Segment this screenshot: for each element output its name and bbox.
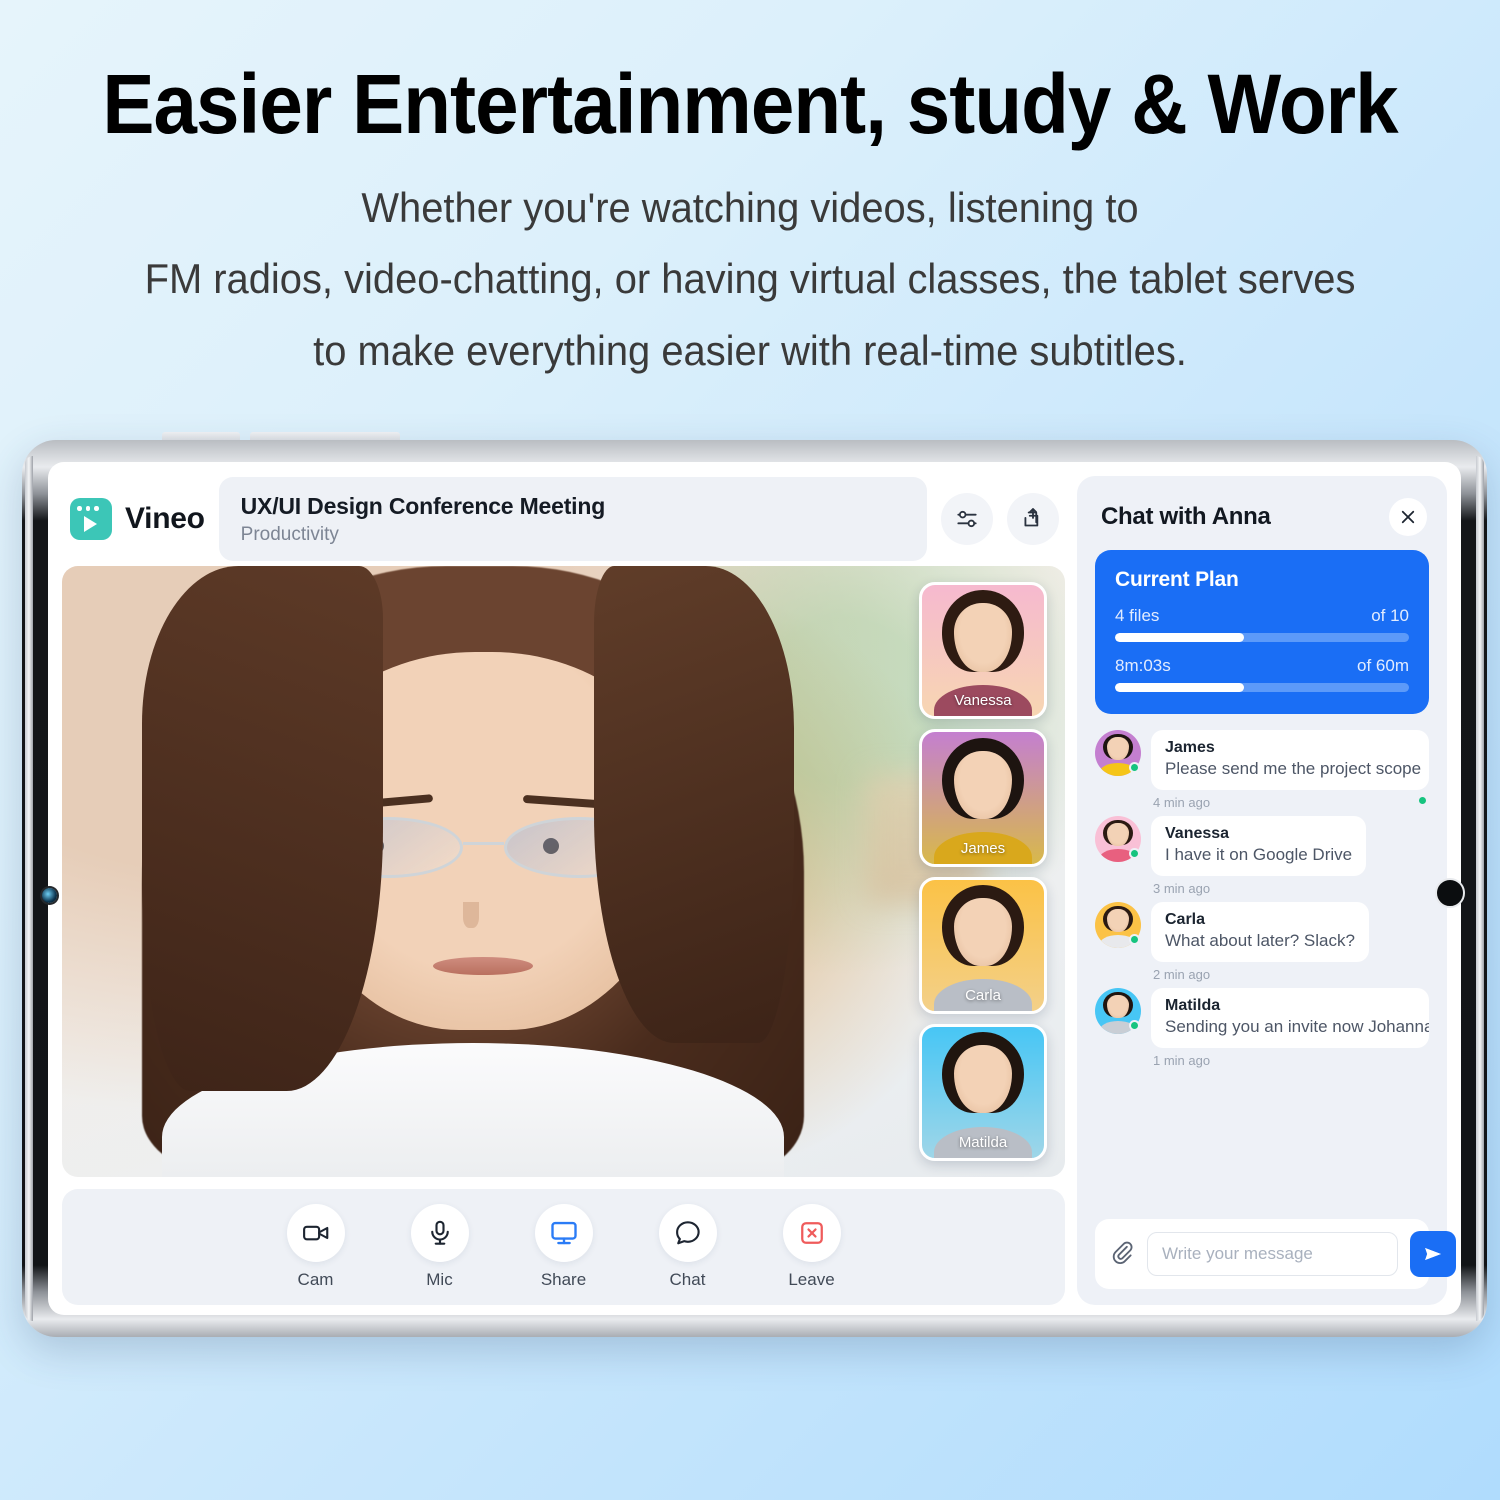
chat-panel: Chat with Anna Current Plan 4 files of 1… xyxy=(1077,476,1456,1305)
plan-title: Current Plan xyxy=(1115,568,1239,591)
online-status-dot xyxy=(1129,848,1140,859)
rear-camera-lens-icon xyxy=(42,888,57,903)
meeting-column: Vineo UX/UI Design Conference Meeting Pr… xyxy=(62,476,1065,1305)
message-input[interactable] xyxy=(1147,1232,1398,1276)
header-actions xyxy=(941,493,1065,545)
plan-row-minutes: 8m:03s of 60m xyxy=(1115,656,1409,692)
control-share[interactable]: Share xyxy=(521,1204,607,1290)
settings-button[interactable] xyxy=(941,493,993,545)
online-status-dot xyxy=(1129,934,1140,945)
message-author: Matilda xyxy=(1165,997,1221,1014)
message-timestamp: 1 min ago xyxy=(1153,1053,1211,1068)
share-upload-icon xyxy=(1024,508,1039,527)
plan-total: of 10 xyxy=(1371,606,1409,625)
control-label: Share xyxy=(540,1270,587,1289)
message-timestamp: 2 min ago xyxy=(1153,967,1211,982)
control-label: Cam xyxy=(297,1270,334,1289)
plan-used: 8m:03s xyxy=(1115,656,1171,675)
meeting-info-bar[interactable]: UX/UI Design Conference Meeting Producti… xyxy=(218,477,927,561)
page-title: Easier Entertainment, study & Work xyxy=(102,57,1398,151)
control-label: Leave xyxy=(788,1270,835,1289)
participant-name: Matilda xyxy=(958,1134,1008,1151)
camera-icon xyxy=(302,1225,328,1241)
meeting-category: Productivity xyxy=(240,523,339,545)
app-header: Vineo UX/UI Design Conference Meeting Pr… xyxy=(62,476,1065,562)
screen-share-icon xyxy=(550,1221,577,1245)
participant-rail: Vanessa James Carla Matilda xyxy=(919,582,1047,1161)
message-timestamp: 3 min ago xyxy=(1153,881,1211,896)
chat-title: Chat with Anna xyxy=(1101,503,1271,530)
call-controls-bar: Cam Mic Share Chat Leave xyxy=(62,1189,1065,1305)
brand-name: Vineo xyxy=(125,502,205,535)
online-status-dot xyxy=(1129,1020,1140,1031)
plan-progress-files xyxy=(1115,633,1409,642)
message-author: Vanessa xyxy=(1165,825,1230,842)
message-timestamp: 4 min ago xyxy=(1153,795,1211,810)
list-item[interactable]: James Please send me the project scope 4… xyxy=(1095,730,1429,810)
online-status-dot xyxy=(1129,762,1140,773)
control-label: Chat xyxy=(669,1270,706,1289)
control-chat[interactable]: Chat xyxy=(645,1204,731,1290)
chat-header: Chat with Anna xyxy=(1095,494,1429,550)
chat-close-button[interactable] xyxy=(1389,498,1427,536)
subtitle-line-3: to make everything easier with real-time… xyxy=(313,326,1187,374)
share-button[interactable] xyxy=(1007,493,1059,545)
attach-button[interactable] xyxy=(1109,1239,1135,1270)
close-icon xyxy=(1401,510,1415,524)
subtitle-line-1: Whether you're watching videos, listenin… xyxy=(361,184,1139,231)
leave-call-icon xyxy=(800,1222,823,1244)
message-text: Please send me the project scope xyxy=(1165,759,1422,778)
plan-progress-minutes xyxy=(1115,683,1409,692)
current-plan-card: Current Plan 4 files of 10 8m:03s of 60m xyxy=(1095,550,1429,714)
participant-thumbnail[interactable]: James xyxy=(919,729,1047,867)
message-author: James xyxy=(1165,739,1215,756)
page-subtitle: Whether you're watching videos, listenin… xyxy=(38,172,1463,386)
message-text: Sending you an invite now Johanna!! xyxy=(1165,1017,1429,1036)
send-button[interactable] xyxy=(1410,1231,1456,1277)
plan-total: of 60m xyxy=(1357,656,1409,675)
list-item[interactable]: Matilda Sending you an invite now Johann… xyxy=(1095,988,1429,1068)
message-list: James Please send me the project scope 4… xyxy=(1095,714,1429,1209)
control-mic[interactable]: Mic xyxy=(397,1204,483,1290)
tablet-body: Vineo UX/UI Design Conference Meeting Pr… xyxy=(22,440,1487,1337)
tablet-screen: Vineo UX/UI Design Conference Meeting Pr… xyxy=(48,462,1461,1315)
online-status-dot xyxy=(1417,795,1428,806)
chat-bubble-icon xyxy=(675,1221,700,1245)
tablet-device: Vineo UX/UI Design Conference Meeting Pr… xyxy=(22,432,1487,1337)
main-video-stage[interactable]: Vanessa James Carla Matilda xyxy=(62,566,1065,1177)
participant-name: James xyxy=(960,839,1006,857)
settings-sliders-icon xyxy=(957,510,977,528)
send-icon xyxy=(1425,1248,1441,1260)
message-text: I have it on Google Drive xyxy=(1165,845,1353,864)
control-label: Mic xyxy=(426,1270,453,1289)
message-composer xyxy=(1095,1219,1456,1289)
participant-thumbnail[interactable]: Matilda xyxy=(919,1023,1047,1161)
list-item[interactable]: Carla What about later? Slack? 2 min ago xyxy=(1095,902,1429,982)
message-text: What about later? Slack? xyxy=(1165,931,1355,950)
participant-thumbnail[interactable]: Vanessa xyxy=(919,582,1047,720)
control-cam[interactable]: Cam xyxy=(273,1204,359,1290)
meeting-title: UX/UI Design Conference Meeting xyxy=(240,492,606,519)
participant-name: Vanessa xyxy=(954,692,1012,710)
paperclip-icon xyxy=(1112,1241,1133,1264)
active-speaker-video xyxy=(62,566,1065,1177)
plan-used: 4 files xyxy=(1115,606,1160,625)
message-author: Carla xyxy=(1165,911,1206,928)
participant-name: Carla xyxy=(965,986,1001,1004)
brand[interactable]: Vineo xyxy=(62,498,205,540)
control-leave[interactable]: Leave xyxy=(769,1204,855,1290)
list-item[interactable]: Vanessa I have it on Google Drive 3 min … xyxy=(1095,816,1429,896)
microphone-icon xyxy=(430,1220,449,1245)
plan-row-files: 4 files of 10 xyxy=(1115,606,1409,642)
subtitle-line-2: FM radios, video-chatting, or having vir… xyxy=(144,255,1356,303)
video-play-logo-icon xyxy=(70,498,112,540)
front-camera-icon xyxy=(1435,878,1465,908)
participant-thumbnail[interactable]: Carla xyxy=(919,876,1047,1014)
